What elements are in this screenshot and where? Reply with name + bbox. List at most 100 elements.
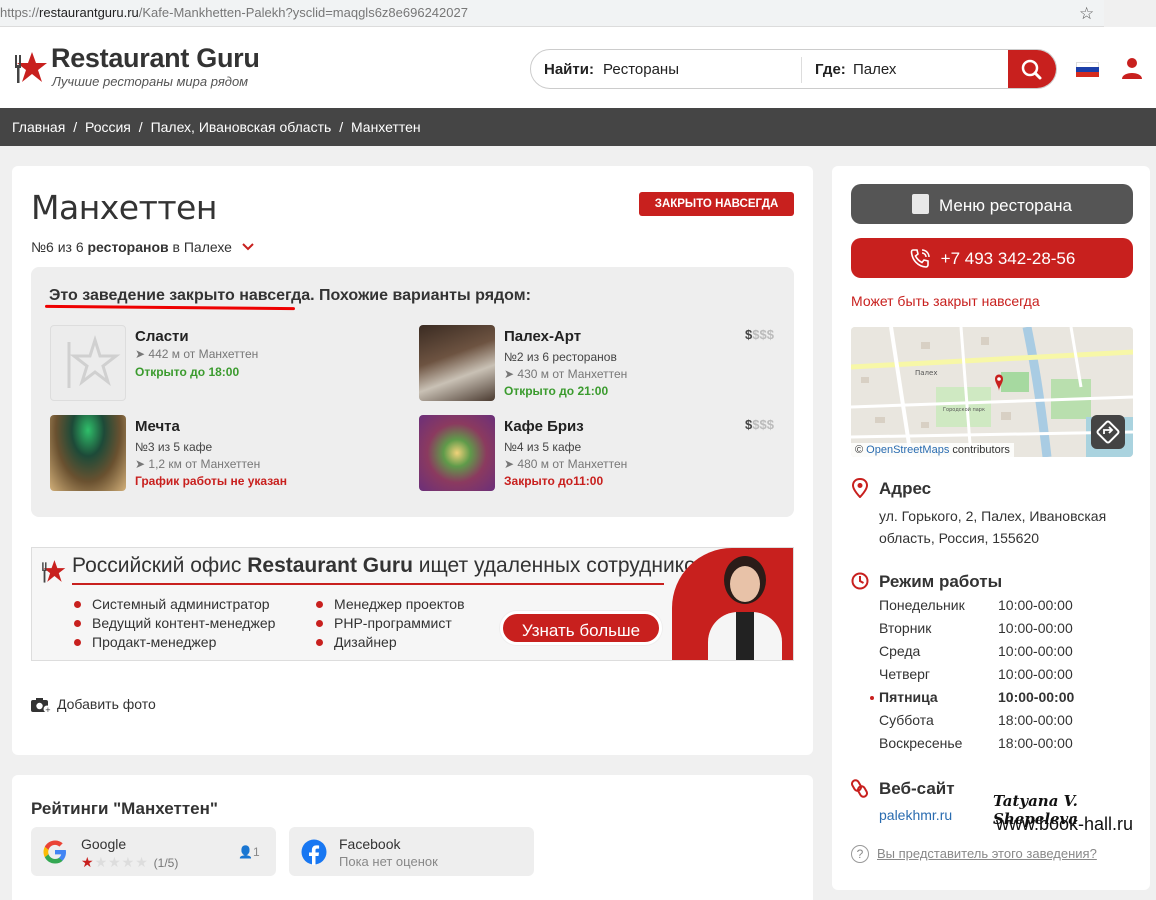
browser-url-bar[interactable]: https://restaurantguru.ru/Kafe-Mankhette… [0,0,1104,27]
url-path: /Kafe-Mankhetten-Palekh?ysclid=maqgls6z8… [138,5,468,20]
link-icon [851,779,868,798]
add-photo-label: Добавить фото [57,696,156,712]
where-input[interactable]: Палех [853,61,896,78]
restaurant-guru-logo-icon [42,560,66,583]
similar-item-name: Кафе Бриз [504,418,584,435]
google-score: (1/5) [153,856,179,870]
similar-item-name: Сласти [135,328,189,345]
hours-row: Суббота 18:00-00:00 [879,712,1073,728]
breadcrumb-country[interactable]: Россия [85,119,131,135]
logo-subtitle: Лучшие рестораны мира рядом [52,74,249,89]
map-label: Палех [915,369,937,377]
similar-item-distance: ➤ 442 м от Манхеттен [135,347,259,361]
similar-heading-rest: Похожие варианты рядом: [314,287,531,304]
location-pin-icon [851,478,869,498]
chevron-down-icon[interactable] [242,243,254,251]
similar-item-rank: №2 из 6 ресторанов [504,350,617,364]
banner-job-list: Системный администратор Ведущий контент-… [72,596,275,653]
directions-icon [1096,420,1120,444]
empty-star-icon: ★★★★ [94,854,149,870]
breadcrumb-city[interactable]: Палех, Ивановская область [151,119,332,135]
banner-divider [72,583,664,585]
google-rating[interactable]: Google ★★★★★ (1/5) 👤1 [31,827,276,876]
similar-item-status: Закрыто до11:00 [504,474,604,488]
user-account-icon[interactable] [1122,57,1142,79]
breadcrumb-home[interactable]: Главная [12,119,65,135]
google-label: Google [81,836,127,852]
restaurant-photo [419,325,495,401]
address-text: ул. Горького, 2, Палех, Ивановская облас… [879,508,1107,546]
restaurant-menu-button[interactable]: Меню ресторана [851,184,1133,224]
info-sidebar: Меню ресторана +7 493 342-28-56 Может бы… [832,166,1150,890]
placeholder-thumbnail-icon [50,325,126,401]
phone-button[interactable]: +7 493 342-28-56 [851,238,1133,278]
similar-heading-main: Это заведение закрыто навсегда. [49,287,315,304]
similar-item[interactable]: Мечта №3 из 5 кафе ➤ 1,2 км от Манхеттен… [50,415,410,493]
banner-job-list: Менеджер проектов PHP-программист Дизайн… [314,596,465,653]
find-label: Найти: [544,61,594,78]
similar-heading: Это заведение закрыто навсегда. Похожие … [44,287,531,311]
banner-title: Российский офис Restaurant Guru ищет уда… [72,554,713,577]
logo-title[interactable]: Restaurant Guru [51,43,260,74]
opening-hours-table: Понедельник 10:00-00:00 Вторник 10:00-00:0… [870,597,1119,758]
rank-suffix: в Палехе [168,239,232,255]
ratings-title: Рейтинги "Манхеттен" [31,799,218,818]
url-host: restaurantguru.ru [39,5,139,20]
osm-link[interactable]: OpenStreetMaps [866,444,949,456]
website-link[interactable]: palekhmr.ru [879,807,952,823]
restaurant-photo [419,415,495,491]
similar-item[interactable]: Сласти ➤ 442 м от Манхеттен Открыто до 1… [50,325,410,403]
may-be-closed-notice: Может быть закрыт навсегда [851,293,1040,309]
search-bar: Найти: Рестораны Где: Палех [530,49,1057,89]
breadcrumb-separator: / [339,119,344,135]
website-title: Веб-сайт [879,779,955,798]
directions-button[interactable] [1091,415,1125,449]
breadcrumb: Главная / Россия / Палех, Ивановская обл… [0,108,1156,146]
restaurant-main-card: Манхеттен ЗАКРЫТО НАВСЕГДА №6 из 6 ресто… [12,166,813,755]
hours-row-today: Пятница 10:00-00:00 [870,689,1119,712]
breadcrumb-current: Манхеттен [350,119,421,135]
menu-button-label: Меню ресторана [939,196,1072,215]
learn-more-button[interactable]: Узнать больше [500,611,662,645]
star-rating: ★★★★★ (1/5) [81,854,178,871]
similar-item-name: Мечта [135,418,180,435]
add-photo-link[interactable]: + Добавить фото [31,696,156,713]
hours-row: Четверг 10:00-00:00 [879,666,1073,682]
ranking-text[interactable]: №6 из 6 ресторанов в Палехе [31,239,254,255]
bookmark-star-icon[interactable]: ☆ [1079,4,1094,24]
where-label: Где: [815,61,846,78]
map-label: Городской парк [943,406,985,413]
job-item: Дизайнер [314,634,465,653]
phone-icon [910,249,930,268]
red-underline-annotation [44,304,296,311]
similar-item-distance: ➤ 430 м от Манхеттен [504,367,628,381]
similar-places-box: Это заведение закрыто навсегда. Похожие … [31,267,794,517]
restaurant-guru-logo-icon[interactable] [12,49,48,85]
watermark-site: www.book-hall.ru [996,814,1134,834]
similar-item-distance: ➤ 480 м от Манхеттен [504,457,628,471]
facebook-no-ratings: Пока нет оценок [339,854,438,869]
facebook-rating[interactable]: Facebook Пока нет оценок [289,827,534,876]
similar-item-rank: №4 из 5 кафе [504,440,582,454]
similar-item[interactable]: Кафе Бриз №4 из 5 кафе ➤ 480 м от Манхет… [419,415,779,493]
google-icon [43,840,66,864]
reviewer-count: 👤1 [238,845,260,859]
banner-person-illustration [704,556,784,660]
russian-flag-icon[interactable] [1076,62,1099,77]
search-button[interactable] [1008,50,1056,88]
claim-business-label: Вы представитель этого заведения? [877,846,1097,861]
help-question-icon: ? [851,845,869,863]
location-map[interactable]: Палех Городской парк © OpenStreetMaps co… [851,327,1133,457]
camera-add-icon: + [31,698,51,713]
job-item: Ведущий контент-менеджер [72,615,275,634]
hours-title: Режим работы [879,572,1003,591]
facebook-label: Facebook [339,836,401,852]
rank-prefix: №6 из 6 [31,239,88,255]
similar-item-status: График работы не указан [135,474,287,488]
find-input[interactable]: Рестораны [603,61,679,78]
similar-item[interactable]: Палех-Арт №2 из 6 ресторанов ➤ 430 м от … [419,325,779,403]
job-ad-banner[interactable]: Российский офис Restaurant Guru ищет уда… [31,547,794,661]
similar-item-name: Палех-Арт [504,328,582,345]
claim-business-link[interactable]: ? Вы представитель этого заведения? [851,845,1097,863]
site-header: Restaurant Guru Лучшие рестораны мира ря… [0,27,1156,108]
